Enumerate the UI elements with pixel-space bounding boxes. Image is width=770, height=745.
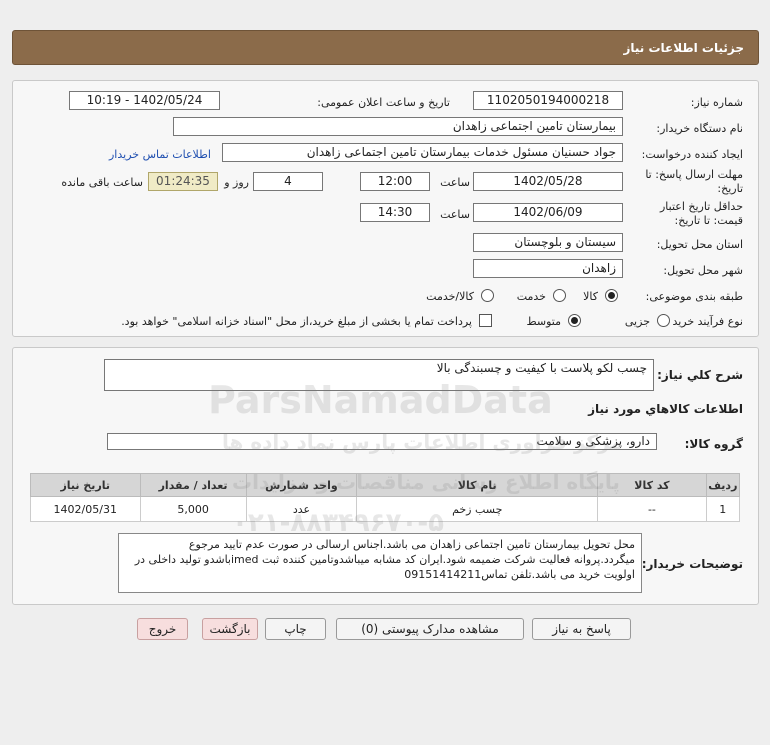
city-field: زاهدان (473, 259, 623, 278)
category-option-goods-service: کالا/خدمت (426, 290, 474, 303)
process-option-medium: متوسط (526, 315, 561, 328)
exit-button[interactable]: خروج (137, 618, 188, 640)
province-field: سیستان و بلوچستان (473, 233, 623, 252)
table-header-row: ردیف کد کالا نام کالا واحد شمارش تعداد /… (30, 473, 741, 497)
cell-item-code: -- (597, 496, 707, 522)
category-radio-goods-service[interactable] (481, 289, 494, 302)
category-option-service: خدمت (516, 290, 546, 303)
summary-label: شرح کلي نياز: (657, 368, 743, 382)
cell-row-number: 1 (705, 496, 741, 522)
validity-label-line2: قیمت: تا تاریخ: (674, 214, 743, 227)
category-label: طبقه بندی موضوعی: (645, 290, 743, 303)
validity-time-field: 14:30 (360, 203, 430, 222)
category-radio-service[interactable] (553, 289, 566, 302)
group-label: گروه کالا: (684, 437, 743, 451)
deadline-date-field: 1402/05/28 (473, 172, 623, 191)
cell-need-date: 1402/05/31 (30, 496, 141, 522)
back-button[interactable]: بازگشت (202, 618, 258, 640)
group-field: دارو، پزشکی و سلامت (107, 433, 657, 450)
contact-info-link[interactable]: اطلاعات تماس خریدار (109, 148, 211, 161)
cell-item-name: چسب زخم (356, 496, 599, 522)
deadline-time-field: 12:00 (360, 172, 430, 191)
process-label: نوع فرآیند خرید : (665, 315, 743, 328)
reply-button[interactable]: پاسخ به نیاز (532, 618, 631, 640)
treasury-checkbox[interactable] (479, 314, 492, 327)
need-number-label: شماره نیاز: (690, 96, 743, 109)
validity-date-field: 1402/06/09 (473, 203, 623, 222)
buyer-notes: محل تحویل بیمارستان تامین اجتماعی زاهدان… (118, 533, 642, 593)
city-label: شهر محل تحویل: (663, 264, 743, 277)
print-button[interactable]: چاپ (265, 618, 326, 640)
province-label: استان محل تحویل: (656, 238, 743, 251)
col-item-name: نام کالا (356, 473, 599, 497)
buyer-org-label: نام دستگاه خریدار: (656, 122, 743, 135)
days-field: 4 (253, 172, 323, 191)
col-row-number: ردیف (705, 473, 741, 497)
days-label: روز و (224, 176, 249, 189)
validity-label-line1: حداقل تاریخ اعتبار (659, 200, 743, 213)
announce-label: تاریخ و ساعت اعلان عمومی: (317, 96, 450, 109)
page-title: جزئیات اطلاعات نیاز (623, 41, 744, 55)
items-table: ردیف کد کالا نام کالا واحد شمارش تعداد /… (30, 473, 741, 522)
remaining-label: ساعت باقی مانده (61, 176, 143, 189)
remaining-timer: 01:24:35 (148, 172, 218, 191)
need-number-field: 1102050194000218 (473, 91, 623, 110)
deadline-time-label: ساعت (440, 176, 470, 189)
items-title: اطلاعات کالاهاي مورد نياز (588, 402, 743, 416)
attachments-button[interactable]: مشاهده مدارک پیوستی (0) (336, 618, 524, 640)
col-item-code: کد کالا (597, 473, 707, 497)
payment-note: پرداخت تمام یا بخشی از مبلغ خرید،از محل … (121, 315, 472, 328)
col-need-date: تاریخ نیاز (30, 473, 141, 497)
validity-time-label: ساعت (440, 208, 470, 221)
table-row: 1 -- چسب زخم عدد 5,000 1402/05/31 (30, 496, 741, 522)
summary-field: چسب لکو پلاست با کیفیت و چسبندگی بالا (104, 359, 654, 391)
process-radio-minor[interactable] (657, 314, 670, 327)
process-radio-medium[interactable] (568, 314, 581, 327)
cell-unit: عدد (245, 496, 358, 522)
cell-quantity: 5,000 (139, 496, 247, 522)
creator-label: ایجاد کننده درخواست: (641, 148, 743, 161)
process-option-minor: جزیی (624, 315, 650, 328)
announce-field: 1402/05/24 - 10:19 (69, 91, 220, 110)
buyer-org-field: بیمارستان تامین اجتماعی زاهدان (173, 117, 623, 136)
page-header: جزئیات اطلاعات نیاز (12, 30, 759, 65)
creator-field: جواد حسنیان مسئول خدمات بیمارستان تامین … (222, 143, 623, 162)
deadline-label: مهلت ارسال پاسخ: تا تاریخ: (645, 168, 743, 195)
category-radio-goods[interactable] (605, 289, 618, 302)
notes-label: توضیحات خریدار: (641, 557, 743, 571)
col-quantity: تعداد / مقدار (139, 473, 247, 497)
category-option-goods: کالا (583, 290, 598, 303)
col-unit: واحد شمارش (245, 473, 358, 497)
